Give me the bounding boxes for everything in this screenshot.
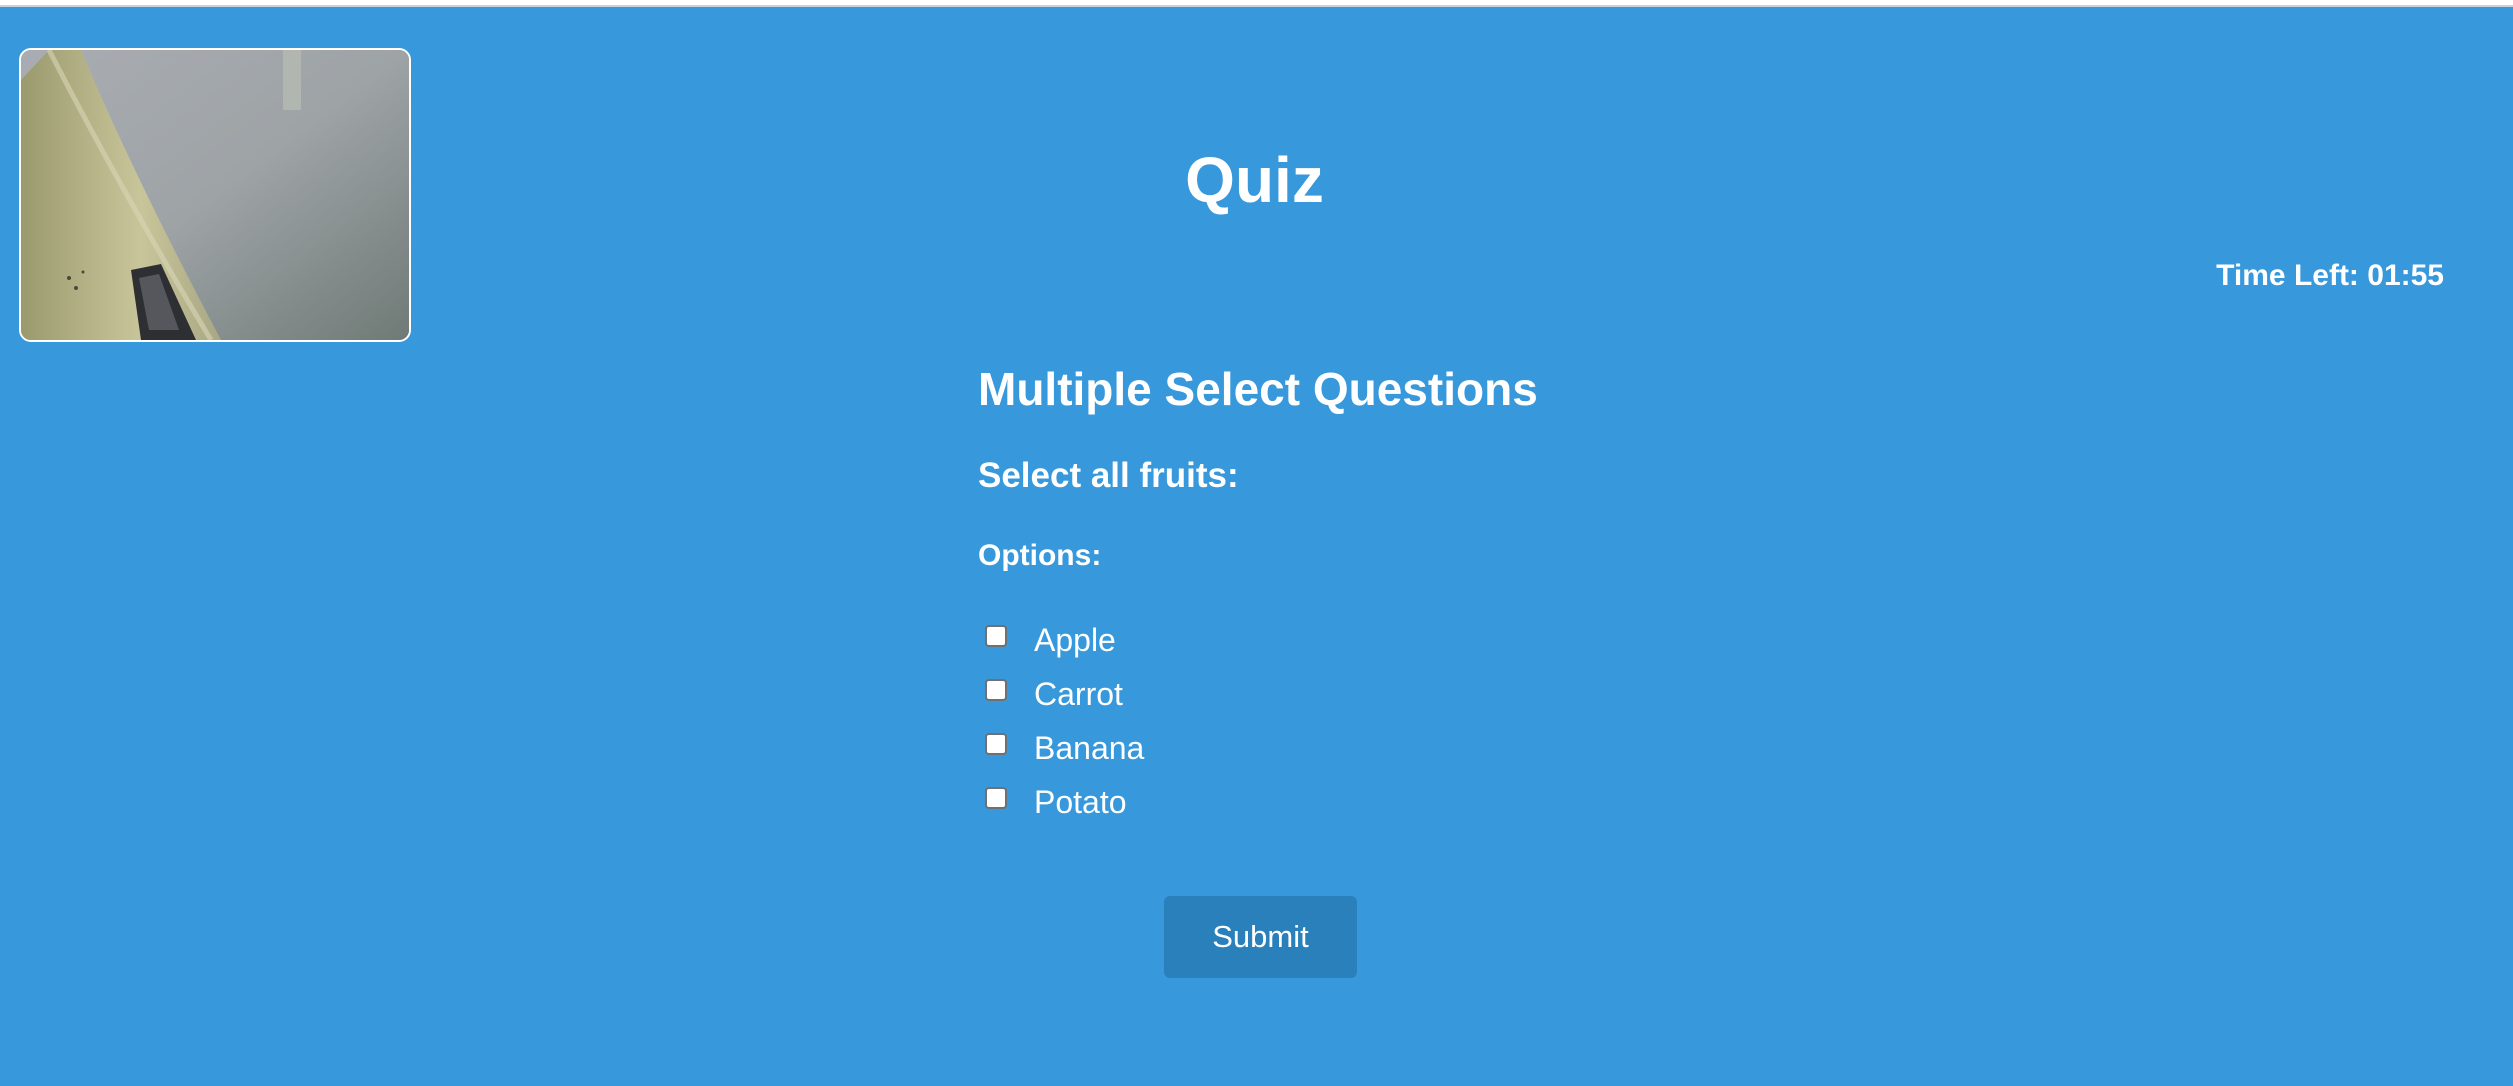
option-banana[interactable]: Banana xyxy=(985,721,1144,775)
top-border xyxy=(0,0,2513,7)
timer-value: 01:55 xyxy=(2367,259,2444,292)
option-carrot[interactable]: Carrot xyxy=(985,667,1144,721)
option-label-banana[interactable]: Banana xyxy=(1034,728,1144,768)
option-label-potato[interactable]: Potato xyxy=(1034,782,1127,822)
option-label-apple[interactable]: Apple xyxy=(1034,620,1116,660)
checkbox-potato[interactable] xyxy=(985,787,1007,809)
question-text: Select all fruits: xyxy=(978,456,1239,495)
countdown-timer: Time Left: 01:55 xyxy=(2216,256,2444,296)
submit-button[interactable]: Submit xyxy=(1164,896,1357,978)
option-apple[interactable]: Apple xyxy=(985,613,1144,667)
checkbox-banana[interactable] xyxy=(985,733,1007,755)
page-title: Quiz xyxy=(1185,144,1324,216)
checkbox-carrot[interactable] xyxy=(985,679,1007,701)
option-potato[interactable]: Potato xyxy=(985,775,1144,829)
options-list: Apple Carrot Banana Potato xyxy=(985,613,1144,829)
section-title: Multiple Select Questions xyxy=(978,363,1538,415)
timer-label: Time Left: xyxy=(2216,259,2359,292)
checkbox-apple[interactable] xyxy=(985,625,1007,647)
option-label-carrot[interactable]: Carrot xyxy=(1034,674,1123,714)
options-label: Options: xyxy=(978,539,1102,572)
